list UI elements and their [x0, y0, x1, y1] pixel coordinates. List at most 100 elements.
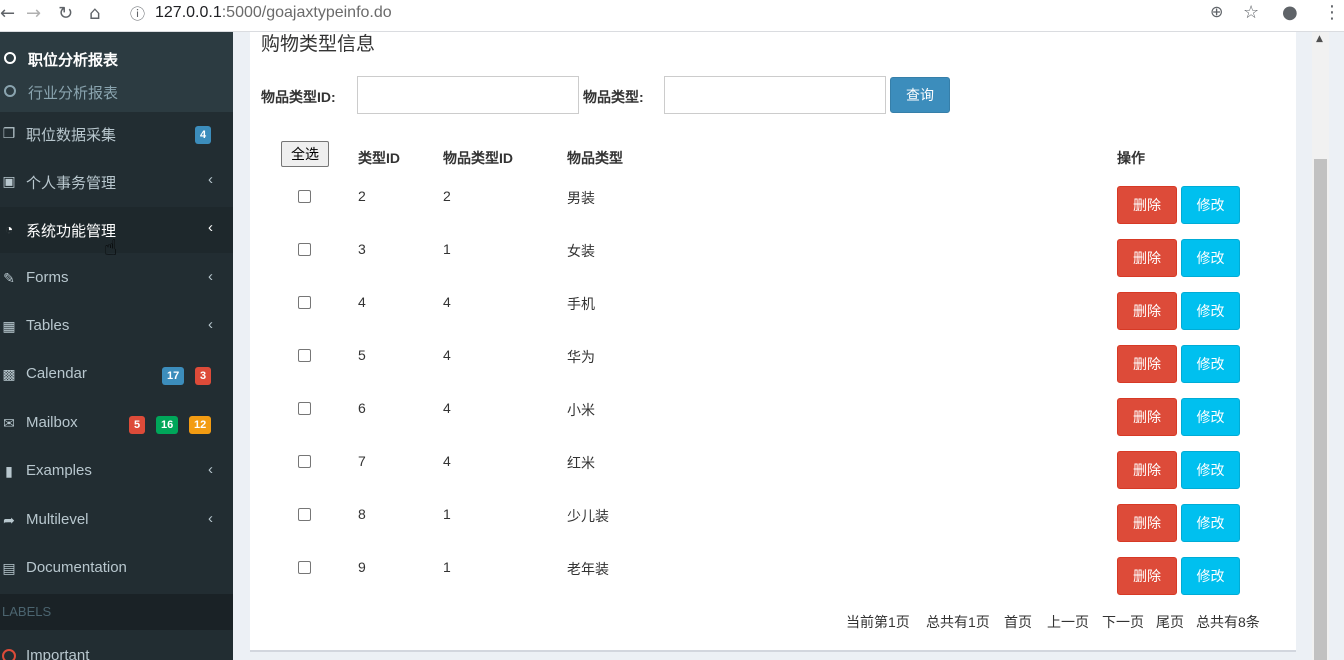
labels-header: LABELS	[0, 594, 233, 630]
column-header-item-type-id: 物品类型ID	[443, 150, 513, 166]
delete-button[interactable]: 删除	[1117, 239, 1177, 277]
select-all-button[interactable]: 全选	[281, 141, 329, 167]
edit-button[interactable]: 修改	[1181, 345, 1240, 383]
sidebar-item-examples[interactable]: ▮ Examples ‹	[0, 449, 233, 495]
cell-item-type-id: 4	[443, 400, 451, 416]
pager-total-records: 总共有8条	[1196, 614, 1260, 630]
submenu: 职位分析报表 行业分析报表	[0, 32, 233, 112]
pager-current-page: 当前第1页	[846, 614, 910, 630]
delete-button[interactable]: 删除	[1117, 345, 1177, 383]
sidebar-item-label: Multilevel	[26, 511, 89, 528]
pager-last-link[interactable]: 尾页	[1156, 612, 1184, 632]
row-checkbox[interactable]	[298, 349, 311, 362]
sidebar-item-label: Examples	[26, 462, 92, 479]
chevron-left-icon: ‹	[208, 171, 213, 188]
sidebar-item-multilevel[interactable]: ➦ Multilevel ‹	[0, 498, 233, 544]
cell-item-type-id: 4	[443, 347, 451, 363]
forward-icon[interactable]: →	[26, 0, 41, 28]
pager-first-link[interactable]: 首页	[1004, 612, 1032, 632]
calendar-icon: ▩	[2, 366, 16, 382]
cell-item-type-id: 1	[443, 506, 451, 522]
home-icon[interactable]: ⌂	[89, 0, 100, 28]
label-important[interactable]: Important	[0, 644, 233, 660]
cell-type-id: 3	[358, 241, 366, 257]
row-checkbox[interactable]	[298, 190, 311, 203]
share-icon: ➦	[3, 512, 15, 528]
cell-item-type: 手机	[567, 296, 595, 312]
type-input[interactable]	[664, 76, 886, 114]
row-checkbox[interactable]	[298, 455, 311, 468]
edit-button[interactable]: 修改	[1181, 292, 1240, 330]
sidebar-item-personal-affairs[interactable]: ▣ 个人事务管理 ‹	[0, 159, 233, 205]
back-icon[interactable]: ←	[0, 0, 15, 28]
chevron-left-icon: ‹	[208, 510, 213, 527]
sidebar-item-label: 系统功能管理	[26, 223, 117, 240]
sidebar-item-mailbox[interactable]: ✉ Mailbox 5 16 12	[0, 401, 233, 447]
row-checkbox[interactable]	[298, 402, 311, 415]
cell-item-type-id: 1	[443, 241, 451, 257]
query-button[interactable]: 查询	[890, 77, 950, 113]
count-badge: 17	[162, 367, 185, 385]
copy-icon: ❐	[2, 125, 16, 141]
edit-button[interactable]: 修改	[1181, 557, 1240, 595]
cell-item-type: 老年装	[567, 561, 609, 577]
cell-item-type-id: 1	[443, 559, 451, 575]
delete-button[interactable]: 删除	[1117, 504, 1177, 542]
delete-button[interactable]: 删除	[1117, 557, 1177, 595]
row-checkbox[interactable]	[298, 296, 311, 309]
info-icon[interactable]: ⓘ	[130, 0, 145, 28]
edit-button[interactable]: 修改	[1181, 186, 1240, 224]
sidebar-item-documentation[interactable]: ▤ Documentation	[0, 546, 233, 592]
sidebar-item-data-collection[interactable]: ❐ 职位数据采集 4	[0, 111, 233, 157]
star-icon[interactable]: ☆	[1243, 2, 1259, 23]
scrollbar-thumb[interactable]	[1314, 159, 1327, 660]
edit-button[interactable]: 修改	[1181, 451, 1240, 489]
cell-item-type: 少儿装	[567, 508, 609, 524]
delete-button[interactable]: 删除	[1117, 451, 1177, 489]
sidebar-item-label: Forms	[26, 269, 69, 286]
table-row: 3 1 女装 删除 修改	[250, 233, 1296, 286]
sidebar-item-calendar[interactable]: ▩ Calendar 17 3	[0, 352, 233, 398]
cell-type-id: 8	[358, 506, 366, 522]
cell-item-type-id: 2	[443, 188, 451, 204]
scroll-up-icon[interactable]: ▲	[1316, 34, 1323, 44]
envelope-icon: ✉	[3, 415, 15, 431]
more-menu-icon[interactable]: ⋮	[1323, 2, 1341, 23]
reload-icon[interactable]: ↻	[58, 0, 73, 28]
pager-prev-link[interactable]: 上一页	[1047, 612, 1089, 632]
sidebar-item-label: Documentation	[26, 559, 127, 576]
row-checkbox[interactable]	[298, 561, 311, 574]
zoom-icon[interactable]: ⊕	[1210, 2, 1223, 21]
cell-type-id: 6	[358, 400, 366, 416]
sidebar-item-forms[interactable]: ✎ Forms ‹	[0, 256, 233, 302]
pager-next-link[interactable]: 下一页	[1102, 612, 1144, 632]
pie-chart-icon: ◔	[4, 221, 14, 237]
edit-button[interactable]: 修改	[1181, 398, 1240, 436]
table-row: 5 4 华为 删除 修改	[250, 339, 1296, 392]
row-checkbox[interactable]	[298, 243, 311, 256]
account-icon[interactable]: ●	[1282, 2, 1298, 23]
address-bar[interactable]: 127.0.0.1:5000/goajaxtypeinfo.do	[155, 4, 392, 22]
cell-item-type: 华为	[567, 349, 595, 365]
sidebar-item-tables[interactable]: ▦ Tables ‹	[0, 304, 233, 350]
sidebar: 职位分析报表 行业分析报表 ❐ 职位数据采集 4 ▣ 个人事务管理 ‹ ◔ 系统…	[0, 32, 233, 660]
scrollbar[interactable]: ▲	[1312, 32, 1329, 660]
url-host: 127.0.0.1	[155, 4, 222, 21]
cell-item-type: 小米	[567, 402, 595, 418]
row-checkbox[interactable]	[298, 508, 311, 521]
submenu-item-position-report[interactable]: 职位分析报表	[0, 44, 233, 76]
table-icon: ▦	[2, 318, 16, 334]
sidebar-item-label: 职位数据采集	[26, 127, 117, 144]
cell-type-id: 4	[358, 294, 366, 310]
browser-toolbar: ← → ↻ ⌂ ⓘ 127.0.0.1:5000/goajaxtypeinfo.…	[0, 0, 1344, 32]
submenu-item-industry-report[interactable]: 行业分析报表	[0, 77, 233, 109]
edit-button[interactable]: 修改	[1181, 504, 1240, 542]
circle-icon	[4, 52, 16, 64]
type-id-input[interactable]	[357, 76, 579, 114]
delete-button[interactable]: 删除	[1117, 186, 1177, 224]
delete-button[interactable]: 删除	[1117, 398, 1177, 436]
edit-button[interactable]: 修改	[1181, 239, 1240, 277]
table-row: 8 1 少儿装 删除 修改	[250, 498, 1296, 551]
count-badge: 3	[195, 367, 212, 385]
delete-button[interactable]: 删除	[1117, 292, 1177, 330]
